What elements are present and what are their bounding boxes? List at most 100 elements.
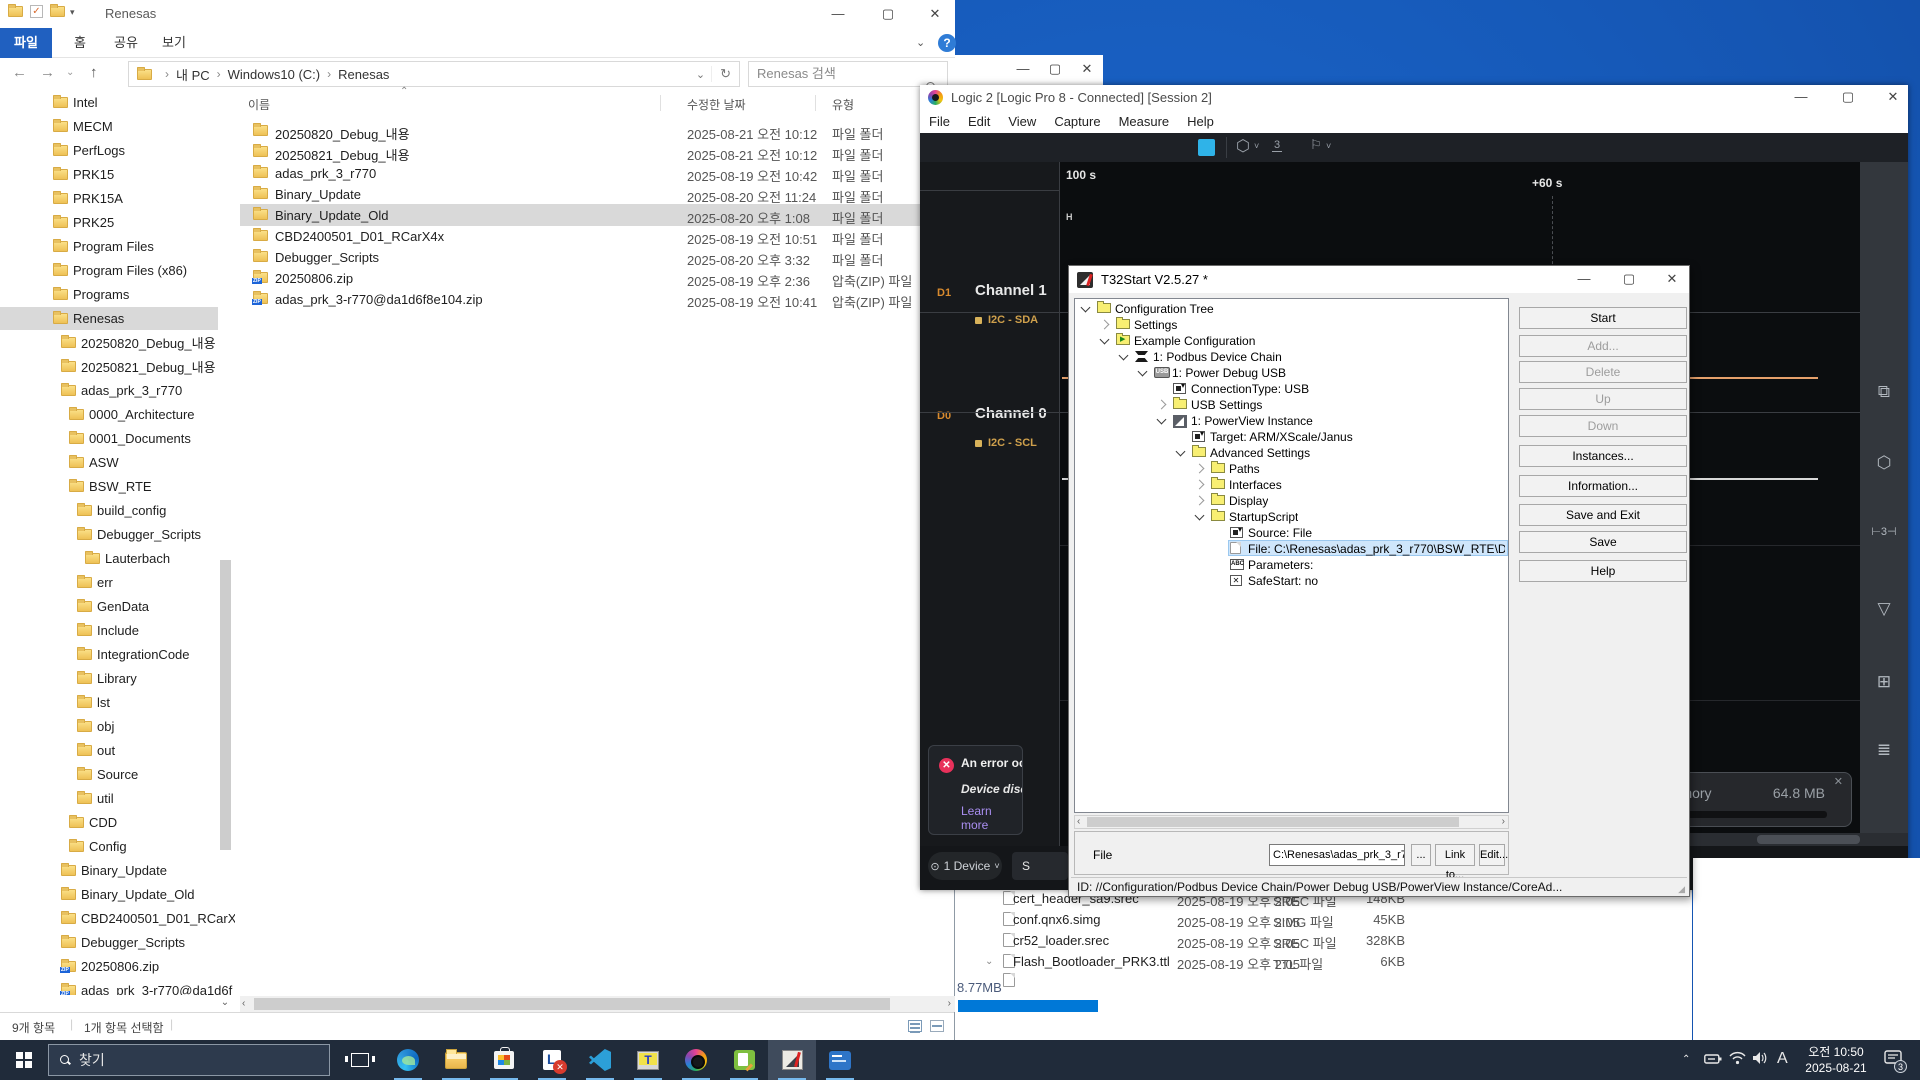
maximize-icon[interactable]: ▢ [865, 0, 911, 28]
tree-item[interactable]: Source: File [1075, 525, 1508, 541]
menu-view[interactable]: View [1008, 114, 1036, 129]
sidebar-item[interactable]: 0000_Architecture [69, 403, 195, 425]
column-header-date[interactable]: 수정한 날짜 [687, 96, 746, 113]
volume-icon[interactable] [1752, 1051, 1769, 1068]
start-button-partial[interactable]: S [1012, 852, 1068, 880]
ime-language-indicator[interactable]: A [1777, 1050, 1788, 1068]
analyzer-sda-label[interactable]: I2C - SDA [975, 314, 1038, 326]
logic2-titlebar[interactable]: Logic 2 [Logic Pro 8 - Connected] [Sessi… [920, 85, 1908, 110]
layers-icon[interactable]: ⧉ [1860, 382, 1908, 402]
taskbar-app-t32start[interactable] [768, 1040, 816, 1080]
details-view-icon[interactable] [908, 1020, 922, 1032]
table-row[interactable]: CBD2400501_D01_RCarX4x2025-08-19 오전 10:5… [240, 227, 940, 248]
taskbar-app-vscode[interactable] [576, 1040, 624, 1080]
sidebar-item[interactable]: build_config [77, 499, 166, 521]
chevron-right-icon[interactable] [1100, 320, 1110, 330]
sidebar-item[interactable]: ASW [69, 451, 119, 473]
tree-item[interactable]: Display [1075, 493, 1508, 509]
trigger-dropdown-icon[interactable]: ˅ [1254, 141, 1259, 151]
table-row[interactable]: 20250821_Debug_내용2025-08-21 오전 10:12파일 폴… [240, 143, 940, 164]
sidebar-item[interactable]: PRK15A [53, 187, 123, 209]
taskbar-app-trace32-powerview[interactable] [624, 1040, 672, 1080]
sidebar-item[interactable]: Config [69, 835, 127, 857]
explorer-titlebar[interactable]: ✓ ▾ Renesas — ▢ ✕ [0, 0, 955, 28]
scroll-left-icon[interactable]: ‹ [242, 998, 245, 1009]
chevron-right-icon[interactable] [1195, 496, 1205, 506]
minimize-icon[interactable]: — [1564, 265, 1604, 293]
sidebar-item[interactable]: Source [77, 763, 138, 785]
chevron-down-icon[interactable] [1100, 335, 1110, 345]
sidebar-item[interactable]: Binary_Update [61, 859, 167, 881]
taskbar-app-notepadpp[interactable] [720, 1040, 768, 1080]
measure-3-icon[interactable]: ⊢3⊣ [1860, 525, 1908, 538]
table-row[interactable]: 20250806.zip2025-08-19 오후 2:36압축(ZIP) 파일 [240, 269, 940, 290]
sidebar-item[interactable]: Programs [53, 283, 129, 305]
menu-file[interactable]: File [929, 114, 950, 129]
tree-item[interactable]: Settings [1075, 317, 1508, 333]
hscrollbar-thumb[interactable] [254, 998, 890, 1010]
tree-item[interactable]: Advanced Settings [1075, 445, 1508, 461]
tree-item[interactable]: Example Configuration [1075, 333, 1508, 349]
notes-icon[interactable]: ≣ [1860, 740, 1908, 760]
resize-grip-icon[interactable]: ◢ [1678, 884, 1685, 895]
sidebar-item[interactable]: GenData [77, 595, 149, 617]
ribbon-tab-3[interactable]: 보기 [148, 28, 200, 58]
flag-icon[interactable]: ⚐ [1310, 137, 1322, 153]
sidebar-item[interactable]: lst [77, 691, 110, 713]
file-path-input[interactable]: C:\Renesas\adas_prk_3_r770\BSW_F [1269, 844, 1405, 866]
tree-hscrollbar[interactable]: ‹ › [1074, 815, 1509, 829]
minimize-icon[interactable]: — [1778, 83, 1824, 111]
sidebar-item[interactable]: 20250821_Debug_내용 [61, 355, 216, 377]
ribbon-tab-0[interactable]: 파일 [0, 28, 52, 58]
sidebar-item[interactable]: 20250820_Debug_내용 [61, 331, 216, 353]
scroll-down-icon[interactable]: ⌄ [985, 956, 993, 967]
stop-capture-button[interactable] [1198, 139, 1215, 156]
close-icon[interactable]: ✕ [912, 0, 958, 28]
sidebar-item[interactable]: 0001_Documents [69, 427, 191, 449]
information-button[interactable]: Information... [1519, 475, 1687, 497]
sidebar-item[interactable]: CBD2400501_D01_RCarX [61, 907, 235, 929]
chevron-right-icon[interactable] [1157, 400, 1167, 410]
chevron-down-icon[interactable] [1081, 303, 1091, 313]
maximize-icon[interactable]: ▢ [1609, 265, 1649, 293]
up-icon[interactable]: ↑ [90, 64, 98, 81]
sidebar-item[interactable]: adas_prk_3-r770@da1d6f [61, 979, 232, 995]
chevron-down-icon[interactable] [1176, 447, 1186, 457]
taskbar-app-lauterbach-error[interactable] [528, 1040, 576, 1080]
table-row[interactable]: Debugger_Scripts2025-08-20 오후 3:32파일 폴더 [240, 248, 940, 269]
new-folder-icon[interactable] [50, 6, 65, 17]
taskbar-search[interactable]: 찾기 [48, 1044, 330, 1076]
device-button[interactable]: ⊙ 1 Device ˅ [928, 852, 1002, 880]
table-row[interactable]: Flash_Bootloader_PRK3.ttl2025-08-19 오후 2… [955, 952, 1685, 973]
chevron-down-icon[interactable] [1138, 367, 1148, 377]
tree-item[interactable]: Interfaces [1075, 477, 1508, 493]
table-row[interactable]: Binary_Update_Old2025-08-20 오후 1:08파일 폴더 [240, 206, 940, 227]
tree-item[interactable]: ✕SafeStart: no [1075, 573, 1508, 589]
link-to-button[interactable]: Link to... [1435, 844, 1475, 866]
search-input[interactable]: Renesas 검색 [748, 61, 948, 87]
sidebar-item[interactable]: err [77, 571, 113, 593]
recent-dropdown-icon[interactable]: ⌄ [66, 67, 74, 78]
sidebar-item[interactable]: Binary_Update_Old [61, 883, 194, 905]
sidebar-item[interactable]: Library [77, 667, 137, 689]
trigger-hex-icon[interactable]: ⬡ [1236, 136, 1250, 156]
tree-item[interactable]: File: C:\Renesas\adas_prk_3_r770\BSW_RTE… [1075, 541, 1508, 557]
scroll-right-icon[interactable]: › [1502, 816, 1505, 827]
close-icon[interactable]: ✕ [1834, 775, 1843, 788]
sidebar-item[interactable]: util [77, 787, 114, 809]
taskbar-app-edge[interactable] [384, 1040, 432, 1080]
breadcrumb-item-0[interactable]: 내 PC [176, 65, 210, 84]
maximize-icon[interactable]: ▢ [1825, 83, 1871, 111]
analyzer-scl-label[interactable]: I2C - SCL [975, 437, 1037, 449]
refresh-icon[interactable]: ↻ [711, 66, 739, 82]
scroll-left-icon[interactable]: ‹ [1077, 816, 1080, 827]
taskbar-app-task-view[interactable] [336, 1040, 384, 1080]
back-icon[interactable]: ← [12, 64, 27, 81]
battery-icon[interactable] [1704, 1052, 1722, 1069]
sidebar-item[interactable]: Program Files [53, 235, 154, 257]
breadcrumb-item-2[interactable]: Renesas [338, 67, 389, 82]
flag-dropdown-icon[interactable]: ˅ [1326, 141, 1331, 151]
sidebar-item[interactable]: MECM [53, 115, 113, 137]
learn-more-link[interactable]: Learn more [961, 804, 1022, 832]
menu-measure[interactable]: Measure [1119, 114, 1170, 129]
